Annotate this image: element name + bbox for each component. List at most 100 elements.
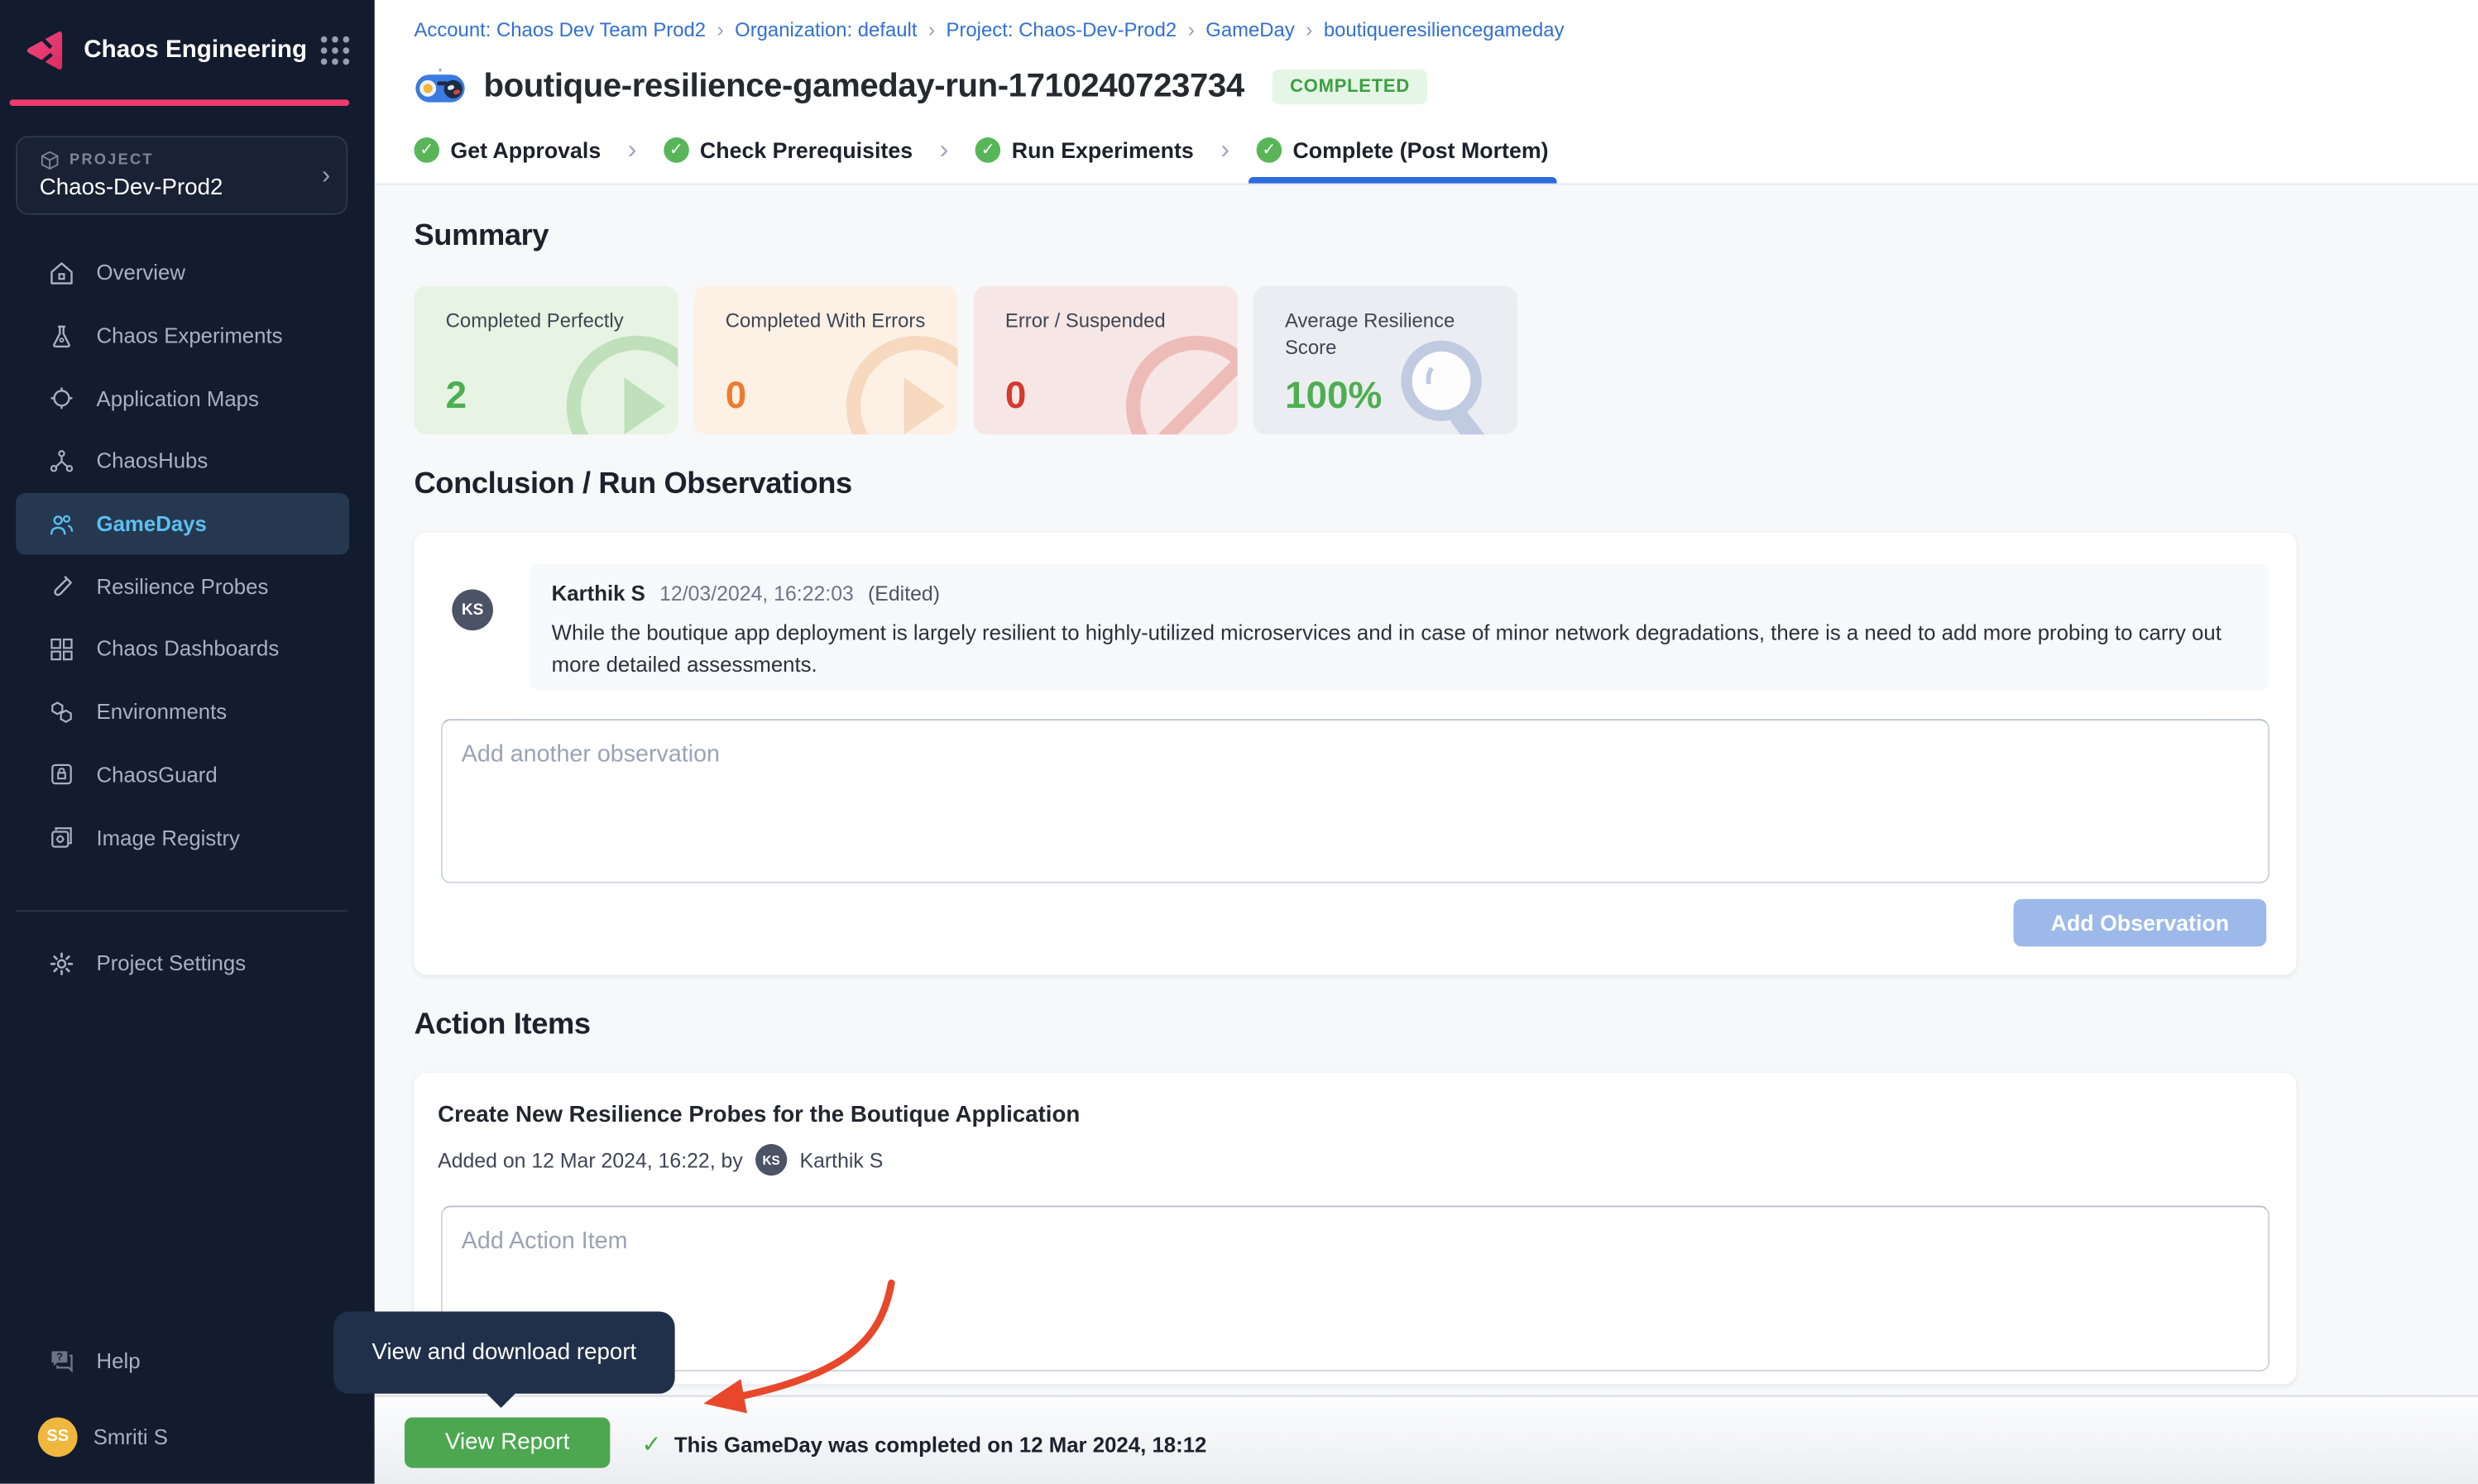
breadcrumb-run[interactable]: boutiqueresiliencegameday [1324, 18, 1565, 41]
card-average-resilience-score: Average Resilience Score 100% [1253, 286, 1517, 435]
breadcrumb-gameday[interactable]: GameDay [1205, 18, 1295, 41]
breadcrumb-separator: › [1188, 17, 1195, 41]
sidebar-item-environments[interactable]: Environments [16, 681, 349, 744]
chevron-right-icon: › [1220, 134, 1229, 165]
people-icon [47, 510, 75, 538]
add-observation-button[interactable]: Add Observation [2014, 899, 2267, 946]
card-value: 2 [446, 375, 467, 419]
step-run-experiments[interactable]: ✓ Run Experiments [975, 117, 1194, 183]
svg-text:?: ? [56, 1351, 63, 1363]
add-action-item-input[interactable] [441, 1205, 2270, 1372]
sidebar: Chaos Engineering PROJECT Chaos-Dev-Prod… [0, 0, 375, 1484]
sidebar-header: Chaos Engineering [0, 0, 375, 99]
sidebar-nav: Overview Chaos Experiments Application M… [0, 242, 375, 869]
breadcrumb-separator: › [928, 17, 935, 41]
page-header: Account: Chaos Dev Team Prod2 › Organiza… [375, 0, 2478, 184]
card-label: Average Resilience Score [1285, 308, 1495, 361]
tooltip-text: View and download report [371, 1340, 636, 1366]
target-icon [47, 385, 75, 413]
sidebar-item-label: Environments [97, 701, 228, 725]
sidebar-item-chaosguard[interactable]: ChaosGuard [16, 744, 349, 807]
card-completed-perfectly: Completed Perfectly 2 [414, 286, 678, 435]
chevron-right-icon: › [628, 134, 637, 165]
step-complete-post-mortem[interactable]: ✓ Complete (Post Mortem) [1257, 117, 1549, 183]
view-report-tooltip: View and download report [333, 1311, 675, 1393]
home-icon [47, 259, 75, 287]
footer-bar: View Report ✓ This GameDay was completed… [375, 1395, 2478, 1484]
sidebar-item-resilience-probes[interactable]: Resilience Probes [16, 555, 349, 618]
sidebar-item-image-registry[interactable]: Image Registry [16, 807, 349, 869]
sidebar-item-label: Image Registry [97, 826, 240, 850]
check-circle-icon: ✓ [414, 137, 439, 163]
sidebar-item-application-maps[interactable]: Application Maps [16, 367, 349, 430]
comment-header: Karthik S 12/03/2024, 16:22:03 (Edited) [552, 582, 2248, 606]
breadcrumb-org[interactable]: Organization: default [735, 18, 917, 41]
step-get-approvals[interactable]: ✓ Get Approvals [414, 117, 601, 183]
sidebar-item-help[interactable]: ? Help [16, 1329, 349, 1392]
breadcrumb-project[interactable]: Project: Chaos-Dev-Prod2 [947, 18, 1177, 41]
check-icon: ✓ [642, 1430, 662, 1458]
action-items-panel: Create New Resilience Probes for the Bou… [414, 1073, 2296, 1384]
completion-status: ✓ This GameDay was completed on 12 Mar 2… [642, 1430, 1207, 1458]
comment-author: Karthik S [552, 582, 645, 606]
breadcrumb-separator: › [717, 17, 723, 41]
user-name: Smriti S [93, 1424, 168, 1448]
dashboard-icon [47, 635, 75, 663]
comment-timestamp: 12/03/2024, 16:22:03 [659, 582, 854, 606]
observations-heading: Conclusion / Run Observations [414, 467, 2478, 502]
sidebar-settings: Project Settings [0, 932, 375, 995]
help-chat-icon: ? [47, 1347, 75, 1375]
app-title: Chaos Engineering [84, 36, 321, 64]
sidebar-item-chaos-experiments[interactable]: Chaos Experiments [16, 304, 349, 367]
network-icon [47, 447, 75, 475]
sidebar-item-label: ChaosGuard [97, 763, 218, 787]
check-circle-icon: ✓ [664, 137, 689, 163]
card-value: 0 [1005, 375, 1027, 419]
sidebar-item-chaos-dashboards[interactable]: Chaos Dashboards [16, 618, 349, 681]
comment-text: While the boutique app deployment is lar… [552, 618, 2248, 680]
sidebar-item-chaoshubs[interactable]: ChaosHubs [16, 430, 349, 493]
comment-avatar: KS [452, 590, 493, 631]
play-circle-icon [841, 330, 957, 434]
chaos-engineering-logo-icon [22, 26, 69, 74]
app-root: Chaos Engineering PROJECT Chaos-Dev-Prod… [0, 0, 2478, 1484]
card-label: Completed With Errors [726, 308, 936, 334]
app-switcher-icon[interactable] [321, 36, 349, 64]
card-label: Completed Perfectly [446, 308, 656, 334]
action-items-heading: Action Items [414, 1008, 2478, 1043]
ban-icon [1120, 330, 1237, 434]
sidebar-item-label: GameDays [97, 512, 207, 536]
step-check-prerequisites[interactable]: ✓ Check Prerequisites [664, 117, 913, 183]
user-avatar: SS [38, 1416, 78, 1456]
view-report-button[interactable]: View Report [405, 1417, 610, 1467]
main-area: Account: Chaos Dev Team Prod2 › Organiza… [375, 0, 2478, 1484]
card-value: 0 [726, 375, 747, 419]
completion-status-text: This GameDay was completed on 12 Mar 202… [674, 1433, 1207, 1457]
summary-cards: Completed Perfectly 2 Completed With Err… [414, 286, 2478, 435]
play-circle-icon [561, 330, 678, 434]
sidebar-item-project-settings[interactable]: Project Settings [16, 932, 349, 995]
breadcrumb-account[interactable]: Account: Chaos Dev Team Prod2 [414, 18, 706, 41]
action-item-author: Karthik S [800, 1148, 884, 1172]
project-selector[interactable]: PROJECT Chaos-Dev-Prod2 › [16, 136, 347, 215]
action-item-added-text: Added on 12 Mar 2024, 16:22, by [438, 1148, 743, 1172]
status-badge: COMPLETED [1273, 69, 1427, 103]
brand-divider [9, 99, 349, 106]
summary-heading: Summary [414, 220, 2478, 255]
action-item-meta: Added on 12 Mar 2024, 16:22, by KS Karth… [438, 1144, 883, 1175]
sidebar-help: ? Help [0, 1329, 375, 1392]
user-menu[interactable]: SS Smriti S [0, 1405, 375, 1467]
sidebar-item-label: Application Maps [97, 386, 259, 410]
sidebar-item-gamedays[interactable]: GameDays [16, 493, 349, 556]
flask-icon [47, 322, 75, 350]
sidebar-item-label: Resilience Probes [97, 575, 269, 599]
add-observation-input[interactable] [441, 719, 2270, 883]
breadcrumb: Account: Chaos Dev Team Prod2 › Organiza… [375, 0, 2478, 41]
image-registry-icon [47, 823, 75, 851]
action-item-avatar: KS [755, 1144, 787, 1175]
observations-panel: KS Karthik S 12/03/2024, 16:22:03 (Edite… [414, 533, 2296, 975]
step-label: Complete (Post Mortem) [1292, 137, 1548, 163]
chevron-right-icon: › [322, 163, 330, 191]
sidebar-item-label: Chaos Dashboards [97, 638, 280, 662]
sidebar-item-overview[interactable]: Overview [16, 242, 349, 304]
